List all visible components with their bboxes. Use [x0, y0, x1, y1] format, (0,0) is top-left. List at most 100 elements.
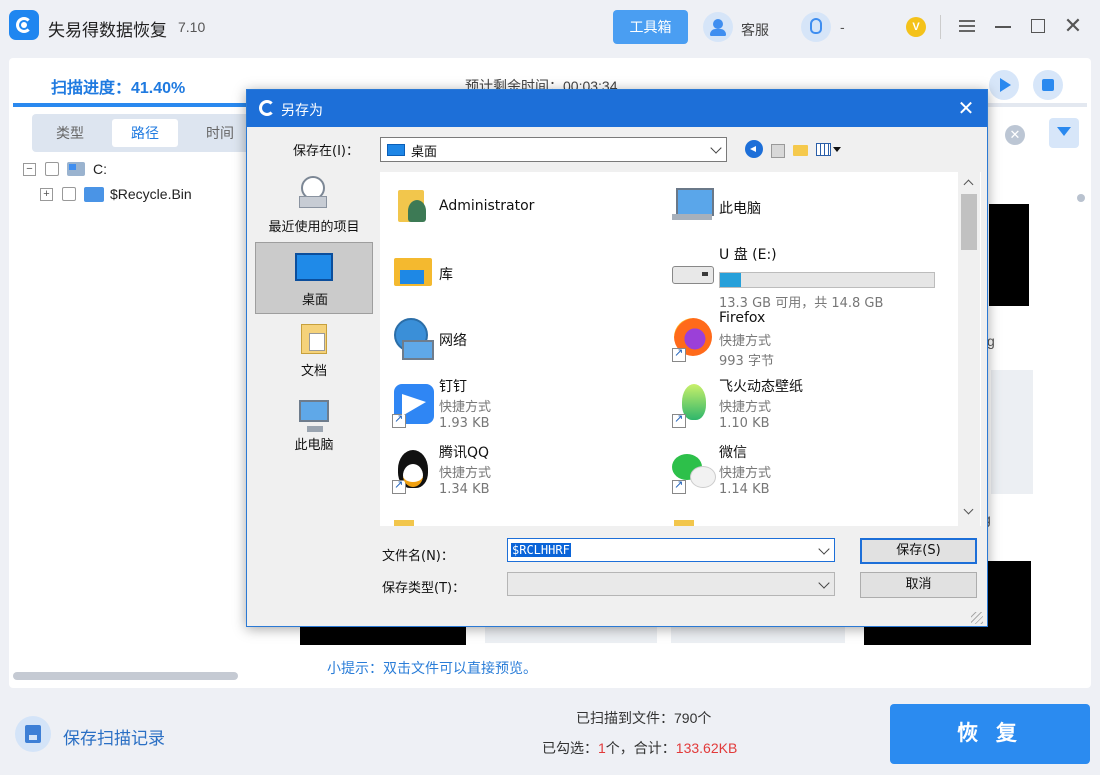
list-item[interactable]: Firefox 快捷方式 993 字节 — [664, 308, 954, 370]
desktop-icon — [387, 144, 405, 156]
place-documents[interactable]: 文档 — [255, 320, 373, 386]
shortcut-arrow-icon — [392, 412, 406, 428]
recover-button[interactable]: 恢 复 — [890, 704, 1090, 764]
list-item[interactable]: 此电脑 — [664, 176, 954, 238]
computer-icon — [670, 186, 714, 230]
tab-time[interactable]: 时间 — [190, 119, 250, 147]
place-label: 文档 — [300, 364, 327, 379]
place-desktop[interactable]: 桌面 — [255, 242, 373, 314]
save-in-select[interactable]: 桌面 — [380, 137, 727, 162]
place-label: 最近使用的项目 — [268, 220, 360, 235]
file-name-fragment: g — [987, 333, 995, 349]
item-type: 快捷方式 — [439, 400, 492, 415]
list-item[interactable]: 微信 快捷方式 1.14 KB — [664, 440, 954, 502]
chevron-down-icon[interactable] — [818, 543, 830, 555]
back-icon[interactable] — [745, 140, 763, 158]
item-name: U 盘 (E:) — [719, 247, 777, 263]
save-in-value: 桌面 — [411, 145, 438, 160]
item-type: 快捷方式 — [719, 466, 772, 481]
view-menu-icon[interactable] — [816, 140, 844, 158]
list-item[interactable]: 钉钉 快捷方式 1.93 KB — [384, 374, 654, 436]
dingtalk-icon — [390, 384, 434, 428]
menu-icon[interactable] — [955, 14, 979, 38]
checkbox[interactable] — [62, 187, 76, 201]
checked-summary: 已勾选：1个，合计：133.62KB — [542, 738, 737, 758]
item-size: 1.34 KB — [439, 482, 490, 497]
file-list-scrollbar[interactable] — [958, 172, 980, 526]
checkbox[interactable] — [45, 162, 59, 176]
file-thumbnail[interactable] — [989, 204, 1029, 306]
drive-usage-bar — [719, 272, 935, 288]
save-in-label: 保存在(I)： — [293, 144, 359, 159]
support-icon[interactable] — [703, 12, 733, 42]
network-icon — [390, 318, 434, 362]
shortcut-arrow-icon — [672, 346, 686, 362]
list-item[interactable]: 网络 — [384, 308, 654, 370]
library-icon — [390, 252, 434, 296]
vertical-scrollbar[interactable] — [1077, 194, 1085, 202]
scroll-down-icon[interactable] — [963, 504, 974, 515]
item-name: 微信 — [719, 445, 747, 461]
maximize-icon[interactable] — [1026, 14, 1050, 38]
resume-button[interactable] — [989, 70, 1019, 100]
firefox-icon — [670, 318, 714, 362]
scroll-up-icon[interactable] — [963, 179, 974, 190]
item-name: 此电脑 — [719, 201, 761, 217]
horizontal-scrollbar[interactable] — [13, 672, 238, 680]
save-scan-log-button[interactable]: 保存扫描记录 — [63, 724, 165, 749]
list-item[interactable]: 库 — [384, 242, 654, 304]
place-recent[interactable]: 最近使用的项目 — [255, 172, 373, 242]
qq-icon[interactable] — [801, 12, 831, 42]
save-log-icon[interactable] — [15, 716, 51, 752]
filename-value: $RCLHHRF — [511, 543, 571, 557]
cancel-button[interactable]: 取消 — [860, 572, 977, 598]
collapse-icon[interactable]: − — [23, 162, 36, 176]
documents-icon — [301, 324, 327, 354]
item-type: 快捷方式 — [719, 334, 772, 349]
close-icon[interactable]: ✕ — [1061, 14, 1085, 38]
hint-text: 小提示：双击文件可以直接预览。 — [327, 660, 537, 676]
vip-icon[interactable]: V — [906, 17, 926, 37]
dialog-titlebar[interactable]: 另存为 ✕ — [247, 90, 987, 127]
tree-row-root[interactable]: − C: — [23, 158, 107, 180]
tab-path[interactable]: 路径 — [112, 119, 178, 147]
dialog-close-icon[interactable]: ✕ — [955, 97, 977, 119]
filter-icon[interactable] — [1049, 118, 1079, 148]
shortcut-arrow-icon — [672, 478, 686, 494]
list-item[interactable]: 飞火动态壁纸 快捷方式 1.10 KB — [664, 374, 954, 436]
toolbox-button[interactable]: 工具箱 — [613, 10, 688, 44]
filetype-select[interactable] — [507, 572, 835, 596]
place-this-pc[interactable]: 此电脑 — [255, 394, 373, 460]
checked-count: 1 — [598, 740, 606, 756]
resize-grip[interactable] — [971, 612, 983, 624]
clear-search-icon[interactable]: ✕ — [1005, 125, 1025, 145]
checked-size: 133.62KB — [675, 740, 738, 756]
tree-row-recycle[interactable]: + $Recycle.Bin — [40, 183, 192, 205]
tab-type[interactable]: 类型 — [40, 119, 100, 147]
file-thumbnail[interactable] — [991, 370, 1033, 494]
expand-icon[interactable]: + — [40, 187, 53, 201]
app-version: 7.10 — [178, 19, 206, 35]
item-name: 钉钉 — [439, 379, 467, 395]
filename-input[interactable]: $RCLHHRF — [507, 538, 835, 562]
new-folder-icon[interactable] — [792, 140, 810, 158]
qq-label[interactable]: - — [840, 19, 845, 35]
save-button[interactable]: 保存(S) — [860, 538, 977, 564]
scan-progress-label: 扫描进度：41.40% — [51, 80, 186, 97]
drive-usage-fill — [720, 273, 742, 287]
app-logo-icon — [9, 10, 39, 40]
support-label[interactable]: 客服 — [741, 20, 769, 40]
recent-items-icon — [295, 176, 327, 208]
app-titlebar: 失易得数据恢复 7.10 工具箱 客服 - V ✕ — [0, 0, 1100, 56]
wechat-icon — [670, 450, 716, 494]
stop-button[interactable] — [1033, 70, 1063, 100]
list-item[interactable]: Administrator — [384, 176, 654, 238]
scroll-thumb[interactable] — [961, 194, 977, 250]
list-item[interactable]: 腾讯QQ 快捷方式 1.34 KB — [384, 440, 654, 502]
filetype-label: 保存类型(T)： — [382, 581, 466, 596]
chevron-down-icon — [710, 142, 722, 154]
up-folder-icon[interactable] — [769, 140, 787, 158]
minimize-icon[interactable] — [991, 14, 1015, 38]
list-item[interactable]: U 盘 (E:) 13.3 GB 可用，共 14.8 GB — [664, 242, 954, 311]
item-size: 1.93 KB — [439, 416, 490, 431]
